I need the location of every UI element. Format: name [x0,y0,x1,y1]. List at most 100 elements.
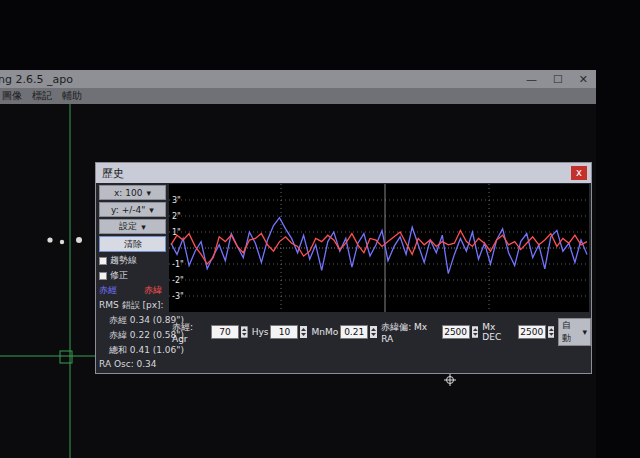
spinner-icon[interactable] [300,326,307,338]
series-line [171,218,587,274]
y-tick: -2" [172,276,184,285]
mode-arrow: ▾ [582,327,587,337]
crosshair-vertical [70,104,71,458]
star-dot [60,240,64,244]
dropdown-label: 設定 [119,220,137,233]
spinner-bg [472,326,479,338]
param-label: Mx DEC [482,322,515,342]
checkbox-label: 趨勢線 [110,254,137,267]
grid-line [169,200,589,201]
guide-history-chart: 3"2"1"-1"-2"-3" [169,184,589,312]
dialog-title-bar: 歷史 x [96,163,591,183]
spinner-bg [300,326,307,338]
grid-line [281,184,282,312]
dropdown[interactable]: x: 100 ▾ [99,185,166,200]
grid-line [169,216,589,217]
spin-down [549,333,554,336]
param-label: 赤緯偏: Mx RA [381,321,439,344]
mode-dropdown[interactable]: 自動▾ [558,318,591,346]
star-dot [47,237,52,242]
spin-up [301,328,306,331]
mode-label: 自動 [562,319,579,345]
window-title: ng 2.6.5 _apo [0,73,73,86]
dropdown-arrow: ▾ [141,222,146,232]
param-label: 赤經: Agr [172,321,209,344]
param-input[interactable]: 10 [270,325,298,339]
close-button[interactable]: x [571,166,587,180]
param-field: MnMo0.21 [311,325,377,339]
checkbox-row[interactable]: 趨勢線 [99,254,166,267]
param-label: Hys [252,327,269,337]
menu-item[interactable]: 標記 [32,89,52,103]
y-tick: -1" [172,260,184,269]
zero-line [169,248,589,249]
menu-item[interactable]: 輔助 [62,89,82,103]
spin-up [473,328,478,331]
spinner-bg [548,326,555,337]
series-line [171,230,587,264]
dropdown-label: x: 100 [114,188,142,198]
dropdown[interactable]: 設定 ▾ [99,219,166,234]
spinner-icon[interactable] [472,326,479,338]
menu-item[interactable]: 圖像 [2,89,22,103]
maximize-button[interactable]: ☐ [553,73,563,86]
legend-label: 赤緯 [144,284,162,297]
checkbox-row[interactable]: 修正 [99,269,166,282]
y-tick: 1" [172,228,181,237]
window-controls: — ☐ ✕ [526,73,588,86]
param-label: MnMo [311,327,338,337]
param-input[interactable]: 2500 [442,325,470,339]
spin-down [301,333,306,336]
dialog-body: x: 100▾y: +/-4"▾設定▾清除趨勢線修正赤經赤緯RMS 錯誤 [px… [96,183,591,373]
dropdown[interactable]: y: +/-4"▾ [99,202,166,217]
title-bar: ng 2.6.5 _apo — ☐ ✕ [0,70,596,88]
chart-panel: 3"2"1"-1"-2"-3"赤經: Agr70Hys10MnMo0.21赤緯偏… [168,183,591,373]
legend-label: 赤經 [99,284,117,297]
grid-line [169,280,589,281]
dropdown-arrow: ▾ [146,188,151,198]
guide-params: 赤經: Agr70Hys10MnMo0.21赤緯偏: Mx RA2500Mx D… [169,318,591,346]
param-field: Hys10 [252,325,308,339]
history-dialog: 歷史xx: 100▾y: +/-4"▾設定▾清除趨勢線修正赤經赤緯RMS 錯誤 … [95,162,592,374]
spinner-icon[interactable] [241,326,248,338]
grid-line [169,264,589,265]
param-field: 赤經: Agr70 [172,321,248,344]
spin-up [549,328,554,331]
spin-up [242,328,247,331]
close-window-button[interactable]: ✕ [579,73,588,86]
param-input[interactable]: 70 [211,325,239,339]
y-tick: 3" [172,196,181,205]
rms-value: 赤經 0.34 (0.89") [99,314,166,327]
minimize-button[interactable]: — [526,73,537,86]
clear-button[interactable]: 清除 [99,236,166,252]
legend: 赤經 赤緯 [99,284,166,297]
history-controls: x: 100▾y: +/-4"▾設定▾清除趨勢線修正赤經赤緯RMS 錯誤 [px… [96,183,168,373]
spin-down [242,333,247,336]
menu-bar: 圖像標記輔助 [0,88,596,104]
grid-line [169,296,589,297]
star-dot [76,237,82,243]
ra-osc: RA Osc: 0.34 [99,359,166,369]
checkbox-label: 修正 [110,269,128,282]
rms-title: RMS 錯誤 [px]: [99,299,166,312]
lock-position-box [60,351,72,363]
param-input[interactable]: 0.21 [340,325,368,339]
param-input[interactable]: 2500 [518,325,546,339]
spinner-bg [370,326,377,338]
checkbox[interactable] [99,272,107,280]
cursor-icon [444,374,456,386]
checkbox[interactable] [99,257,107,265]
spin-up [371,328,376,331]
spin-down [371,333,376,336]
rms-value: 總和 0.41 (1.06") [99,344,166,357]
spinner-bg [241,326,248,337]
param-field: Mx DEC2500 [482,322,554,342]
spinner-icon[interactable] [548,326,555,338]
spinner-icon[interactable] [370,326,377,338]
grid-line [169,232,589,233]
rms-value: 赤緯 0.22 (0.58") [99,329,166,342]
dropdown-arrow: ▾ [149,205,154,215]
dialog-title: 歷史 [102,166,124,181]
y-tick: -3" [172,292,184,301]
param-field: 赤緯偏: Mx RA2500 [381,321,478,344]
